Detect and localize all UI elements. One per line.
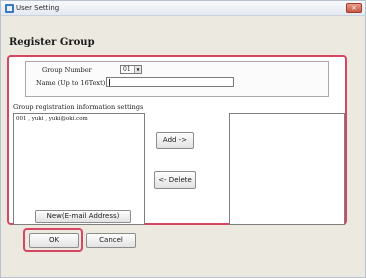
group-info-box: Group Number 01 ▼ Name (Up to 16Text) :: [25, 61, 329, 97]
group-number-select[interactable]: 01 ▼: [120, 65, 142, 74]
list-item[interactable]: 001 , yuki , yuki@oki.com: [16, 116, 88, 123]
name-label: Name (Up to 16Text) :: [36, 79, 110, 87]
name-input[interactable]: [106, 77, 234, 87]
group-number-label: Group Number: [42, 66, 92, 74]
user-setting-window: User Setting × Register Group Group Numb…: [0, 0, 366, 278]
add-button[interactable]: Add ->: [156, 132, 194, 149]
new-email-address-button[interactable]: New(E-mail Address): [35, 210, 131, 223]
group-number-value: 01: [123, 66, 131, 73]
close-button[interactable]: ×: [346, 3, 362, 13]
chevron-down-icon[interactable]: ▼: [134, 66, 141, 73]
title-bar[interactable]: User Setting ×: [1, 1, 365, 16]
window-title: User Setting: [16, 4, 60, 12]
delete-button[interactable]: <- Delete: [154, 171, 196, 189]
registered-list[interactable]: 001 , yuki , yuki@oki.com: [13, 113, 145, 225]
group-member-list[interactable]: [229, 113, 345, 225]
register-group-panel: Group Number 01 ▼ Name (Up to 16Text) : …: [7, 55, 347, 225]
text-caret: [109, 79, 110, 86]
app-icon: [5, 4, 14, 13]
cancel-button[interactable]: Cancel: [86, 233, 136, 248]
ok-button[interactable]: OK: [29, 233, 79, 248]
page-title: Register Group: [9, 37, 95, 48]
registration-label: Group registration information settings: [13, 103, 144, 111]
